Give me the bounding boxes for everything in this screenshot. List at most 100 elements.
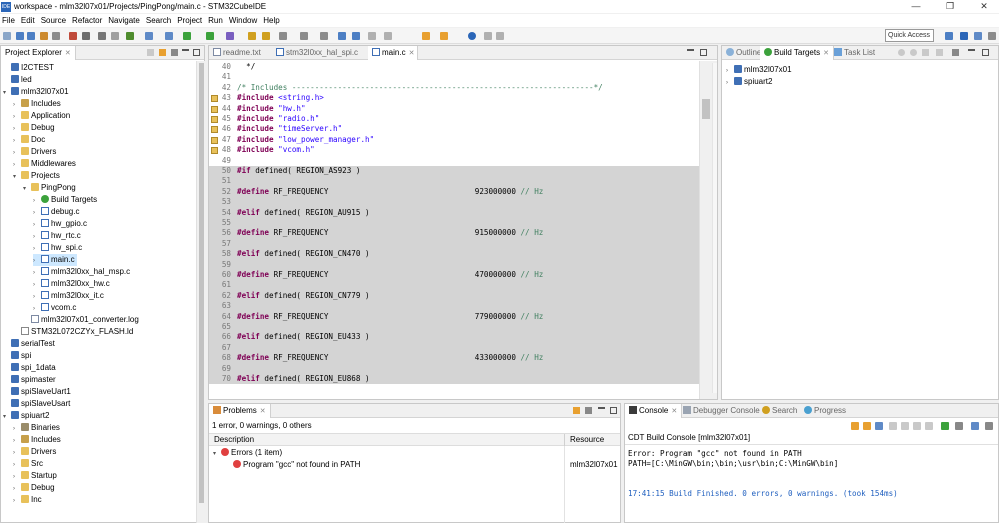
tree-item[interactable]: spi bbox=[3, 350, 31, 362]
edit-icon[interactable] bbox=[300, 32, 308, 40]
code-line[interactable]: 63 bbox=[209, 301, 699, 312]
code-line[interactable]: 48 #include "vcom.h" bbox=[209, 145, 699, 155]
problems-error-group[interactable]: ▾ Errors (1 item) bbox=[213, 447, 282, 459]
tree-item[interactable]: spiSlaveUart1 bbox=[3, 386, 71, 398]
paste-icon[interactable] bbox=[913, 422, 921, 430]
build-target-project[interactable]: › mlm32l07x01 bbox=[726, 64, 792, 76]
annotation-icon[interactable] bbox=[279, 32, 287, 40]
save-icon[interactable] bbox=[16, 32, 24, 40]
collapse-arrow-icon[interactable]: ▾ bbox=[213, 448, 221, 460]
code-line[interactable]: 60 #define RF_FREQUENCY 470000000 // Hz bbox=[209, 270, 699, 281]
tree-item[interactable]: › Inc bbox=[13, 494, 42, 506]
new-target-icon[interactable] bbox=[898, 49, 905, 56]
tab-problems[interactable]: Problems ✕ bbox=[209, 404, 271, 418]
minimize-icon[interactable] bbox=[687, 49, 694, 56]
tree-item[interactable]: › Application bbox=[13, 110, 70, 122]
tree-item[interactable]: serialTest bbox=[3, 338, 55, 350]
close-icon[interactable]: ✕ bbox=[823, 50, 829, 57]
build-all-icon[interactable] bbox=[126, 32, 134, 40]
maximize-icon[interactable]: ❐ bbox=[935, 0, 965, 13]
menu-search[interactable]: Search bbox=[143, 16, 174, 25]
menu-refactor[interactable]: Refactor bbox=[69, 16, 105, 25]
tree-item[interactable]: › hw_gpio.c bbox=[33, 218, 87, 230]
back-icon[interactable] bbox=[384, 32, 392, 40]
info-icon[interactable] bbox=[468, 32, 476, 40]
select-all-icon[interactable] bbox=[925, 422, 933, 430]
tree-item[interactable]: led bbox=[3, 74, 32, 86]
tree-item[interactable]: ▾ Projects bbox=[13, 170, 60, 182]
build-target-action-icon[interactable] bbox=[910, 49, 917, 56]
code-line[interactable]: 67 bbox=[209, 342, 699, 354]
tree-item[interactable]: › Startup bbox=[13, 470, 57, 482]
tree-item[interactable]: › Debug bbox=[13, 122, 55, 134]
code-line[interactable]: 55 bbox=[209, 218, 699, 229]
device-perspective-icon[interactable] bbox=[988, 32, 996, 40]
run-dropdown-icon[interactable] bbox=[206, 32, 214, 40]
tree-item[interactable]: › mlm32l0xx_it.c bbox=[33, 290, 104, 302]
tab-project-explorer[interactable]: Project Explorer ✕ bbox=[1, 46, 76, 60]
tree-item[interactable]: › Drivers bbox=[13, 446, 56, 458]
tree-item[interactable]: › Debug bbox=[13, 482, 55, 494]
scroll-lock-icon[interactable] bbox=[851, 422, 859, 430]
tab-main-c[interactable]: main.c ✕ bbox=[368, 46, 418, 60]
tree-item[interactable]: › Includes bbox=[13, 98, 61, 110]
external-tools-icon[interactable] bbox=[226, 32, 234, 40]
view-menu-icon[interactable] bbox=[952, 49, 959, 56]
tree-item[interactable]: › vcom.c bbox=[33, 302, 76, 314]
word-wrap-icon[interactable] bbox=[863, 422, 871, 430]
clear-console-icon[interactable] bbox=[889, 422, 897, 430]
tree-item[interactable]: › hw_spi.c bbox=[33, 242, 82, 254]
tree-item[interactable]: I2CTEST bbox=[3, 62, 54, 74]
tab-debugger-console[interactable]: Debugger Console bbox=[679, 404, 764, 418]
minimize-icon[interactable] bbox=[182, 49, 189, 56]
tab-stm32l0xx-hal-spi[interactable]: stm32l0xx_hal_spi.c bbox=[272, 46, 368, 60]
build-icon[interactable] bbox=[40, 32, 48, 40]
tree-item[interactable]: › Build Targets bbox=[33, 194, 97, 206]
code-line[interactable]: 50 #if defined( REGION_AS923 ) bbox=[209, 166, 699, 177]
code-line[interactable]: 65 bbox=[209, 322, 699, 333]
tree-item[interactable]: spimaster bbox=[3, 374, 56, 386]
debug-perspective-icon[interactable] bbox=[974, 32, 982, 40]
code-line[interactable]: 51 bbox=[209, 176, 699, 187]
expand-arrow-icon[interactable]: › bbox=[13, 495, 21, 507]
menu-navigate[interactable]: Navigate bbox=[105, 16, 143, 25]
build-target-project[interactable]: › spiuart2 bbox=[726, 76, 772, 88]
code-line[interactable]: 59 bbox=[209, 259, 699, 270]
collapse-arrow-icon[interactable]: ▾ bbox=[13, 171, 21, 183]
tree-item[interactable]: › Src bbox=[13, 458, 43, 470]
filter-icon[interactable] bbox=[922, 49, 929, 56]
code-line[interactable]: 66 #elif defined( REGION_EU433 ) bbox=[209, 332, 699, 343]
problem-row[interactable]: Program "gcc" not found in PATH bbox=[233, 459, 360, 471]
tree-item[interactable]: ▾ PingPong bbox=[23, 182, 76, 194]
back-arrow-icon[interactable] bbox=[422, 32, 430, 40]
tree-item[interactable]: › main.c bbox=[33, 254, 77, 266]
view-menu-icon[interactable] bbox=[585, 407, 592, 414]
close-icon[interactable]: ✕ bbox=[260, 408, 266, 415]
column-divider[interactable] bbox=[564, 434, 565, 446]
close-icon[interactable]: ✕ bbox=[969, 0, 999, 13]
cpp-perspective-icon[interactable] bbox=[960, 32, 968, 40]
code-line[interactable]: 64 #define RF_FREQUENCY 779000000 // Hz bbox=[209, 311, 699, 322]
warning-marker-icon[interactable] bbox=[211, 95, 218, 103]
next-annotation-icon[interactable] bbox=[338, 32, 346, 40]
tab-task-list[interactable]: Task List bbox=[830, 46, 879, 60]
code-line[interactable]: 53 bbox=[209, 197, 699, 208]
nav-back-icon[interactable] bbox=[484, 32, 492, 40]
code-line[interactable]: 68 #define RF_FREQUENCY 433000000 // Hz bbox=[209, 353, 699, 364]
quick-access-input[interactable]: Quick Access bbox=[885, 29, 934, 42]
cut-icon[interactable] bbox=[111, 32, 119, 40]
nav-forward-icon[interactable] bbox=[496, 32, 504, 40]
new-icon[interactable] bbox=[3, 32, 11, 40]
tree-item[interactable]: › debug.c bbox=[33, 206, 79, 218]
menu-window[interactable]: Window bbox=[226, 16, 260, 25]
minimize-icon[interactable] bbox=[968, 49, 975, 56]
menu-project[interactable]: Project bbox=[174, 16, 205, 25]
code-line[interactable]: 70 #elif defined( REGION_EU868 ) bbox=[209, 374, 699, 385]
tools-icon[interactable] bbox=[82, 32, 90, 40]
tree-item[interactable]: spi_1data bbox=[3, 362, 56, 374]
collapse-arrow-icon[interactable]: ▾ bbox=[3, 87, 11, 99]
tree-item[interactable]: › Binaries bbox=[13, 422, 60, 434]
settings-icon[interactable] bbox=[52, 32, 60, 40]
code-line[interactable]: 47 #include "low_power_manager.h" bbox=[209, 135, 699, 145]
tree-item[interactable]: ▾ mlm32l07x01 bbox=[3, 86, 69, 98]
